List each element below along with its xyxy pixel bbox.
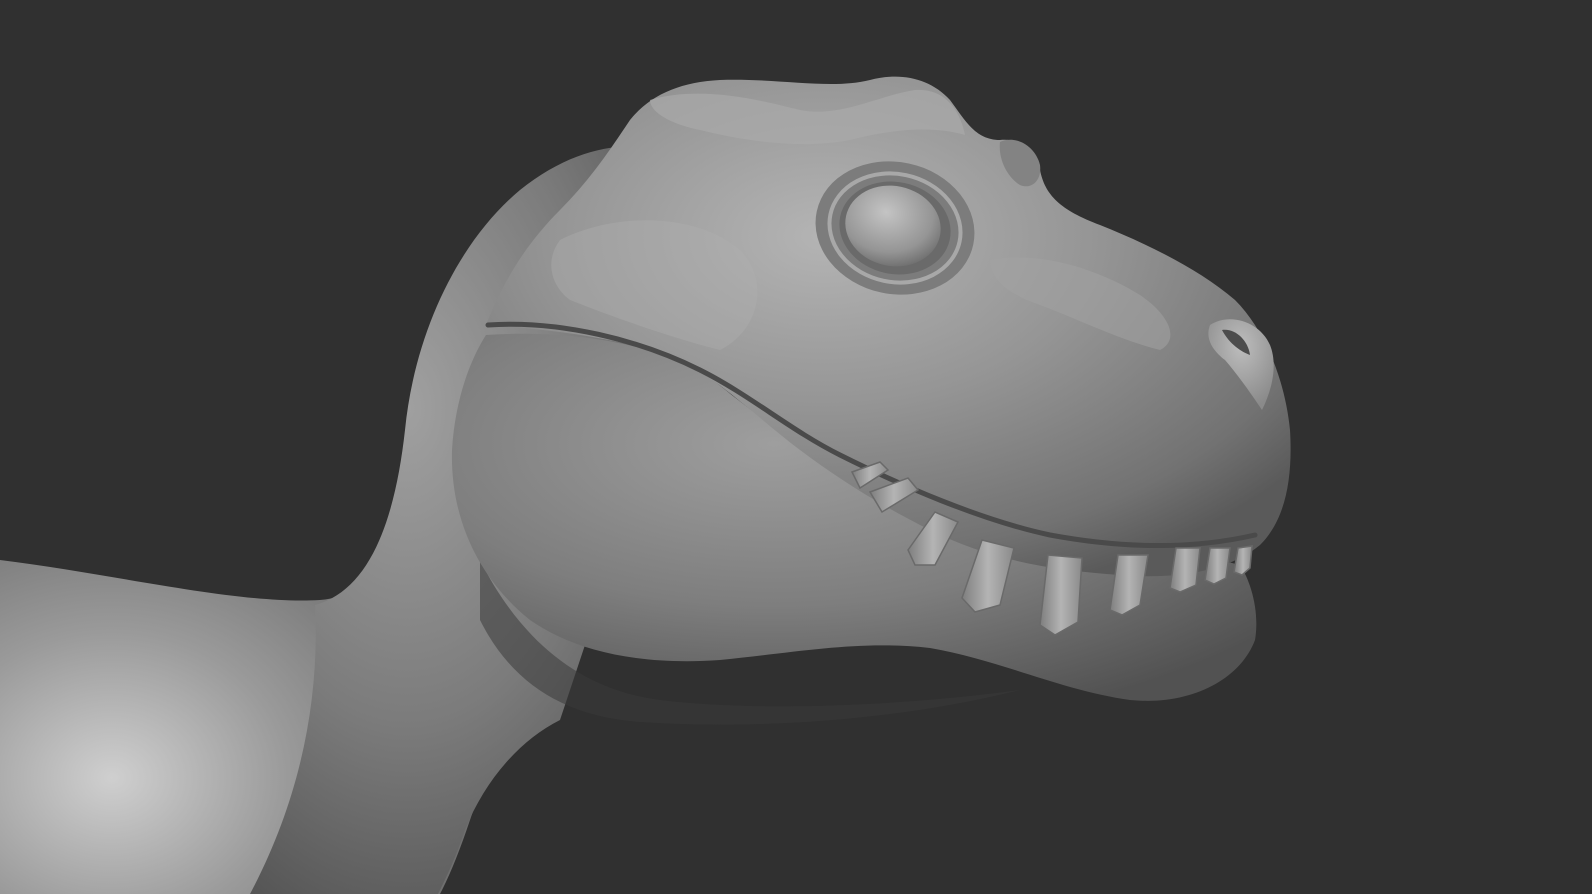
tooth bbox=[1039, 554, 1083, 636]
tooth bbox=[1169, 547, 1201, 593]
dinosaur-sculpt-render bbox=[0, 0, 1592, 894]
tooth bbox=[1204, 547, 1231, 585]
viewport-render bbox=[0, 0, 1592, 894]
